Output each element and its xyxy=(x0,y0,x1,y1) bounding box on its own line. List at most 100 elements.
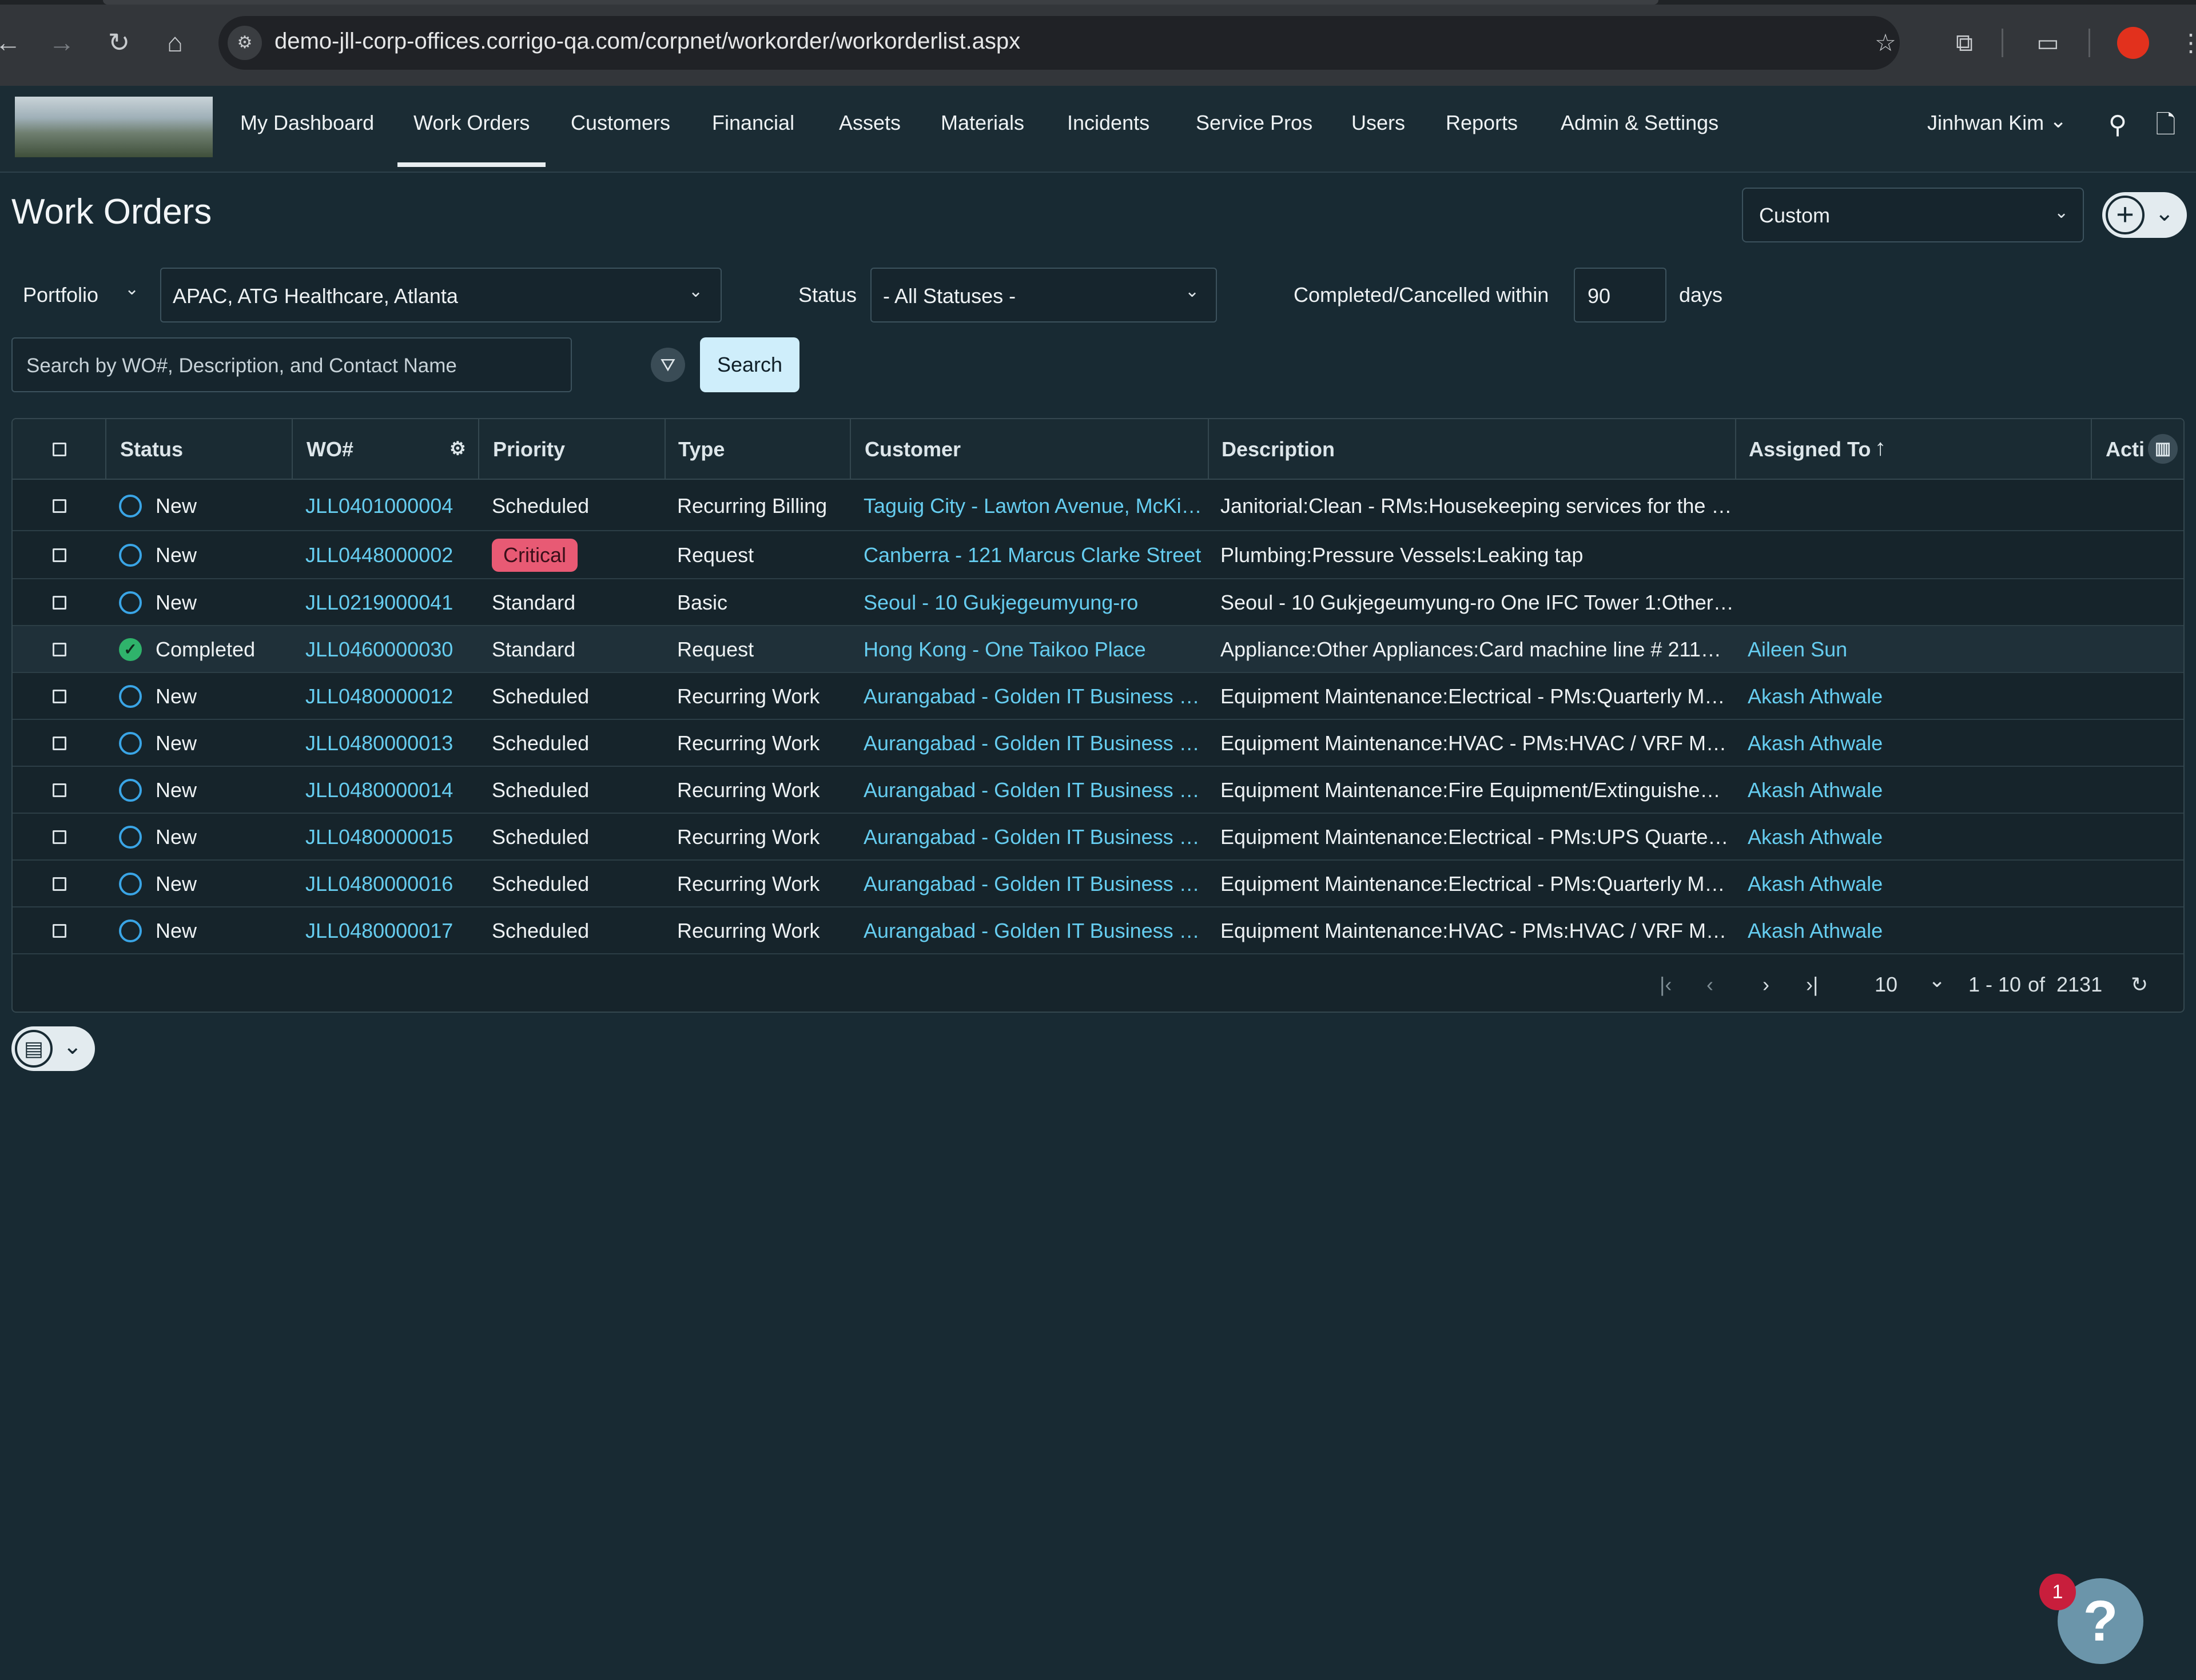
user-menu[interactable]: Jinhwan Kim xyxy=(1927,111,2044,135)
nav-customers[interactable]: Customers xyxy=(571,111,670,135)
chevron-down-icon[interactable]: ⌄ xyxy=(125,279,139,299)
customer-link[interactable]: Aurangabad - Golden IT Business … xyxy=(864,872,1203,896)
wo-number-link[interactable]: JLL0480000013 xyxy=(305,731,471,755)
home-icon[interactable]: ⌂ xyxy=(158,25,192,59)
customer-link[interactable]: Seoul - 10 Gukjegeumyung-ro xyxy=(864,591,1203,615)
refresh-icon[interactable]: ↻ xyxy=(2131,973,2148,997)
column-divider[interactable] xyxy=(292,419,293,480)
header-actions[interactable]: Acti xyxy=(2106,437,2151,461)
header-status[interactable]: Status xyxy=(120,437,183,461)
row-checkbox[interactable] xyxy=(53,499,66,513)
header-description[interactable]: Description xyxy=(1222,437,1335,461)
customer-link[interactable]: Aurangabad - Golden IT Business … xyxy=(864,778,1203,802)
customer-link[interactable]: Aurangabad - Golden IT Business … xyxy=(864,919,1203,943)
column-divider[interactable] xyxy=(478,419,479,480)
plus-icon[interactable]: + xyxy=(2106,196,2145,234)
column-chooser-icon[interactable]: ▥ xyxy=(2148,434,2178,464)
chevron-down-icon[interactable]: ⌄ xyxy=(1928,968,1946,992)
table-row[interactable]: New JLL0480000015 Scheduled Recurring Work A… xyxy=(13,814,2183,861)
table-row[interactable]: New JLL0219000041 Standard Basic Seoul - 10 … xyxy=(13,579,2183,626)
customer-link[interactable]: Canberra - 121 Marcus Clarke Street xyxy=(864,543,1203,567)
assigned-to-link[interactable]: Akash Athwale xyxy=(1748,919,2085,943)
assigned-to-link[interactable]: Akash Athwale xyxy=(1748,731,2085,755)
table-row[interactable]: New JLL0480000013 Scheduled Recurring Work A… xyxy=(13,720,2183,767)
nav-incidents[interactable]: Incidents xyxy=(1067,111,1149,135)
chevron-down-icon[interactable]: ⌄ xyxy=(2155,200,2174,226)
wo-number-link[interactable]: JLL0480000017 xyxy=(305,919,471,943)
table-row[interactable]: ✓ Completed JLL0460000030 Standard Request Ho… xyxy=(13,626,2183,673)
table-row[interactable]: New JLL0480000016 Scheduled Recurring Work A… xyxy=(13,861,2183,907)
bookmark-star-icon[interactable]: ☆ xyxy=(1868,25,1903,61)
chevron-down-icon[interactable]: ⌄ xyxy=(63,1033,82,1060)
row-checkbox[interactable] xyxy=(53,830,66,844)
assigned-to-link[interactable]: Akash Athwale xyxy=(1748,684,2085,708)
portfolio-select[interactable]: APAC, ATG Healthcare, Atlanta ⌄ xyxy=(160,268,722,323)
wo-number-link[interactable]: JLL0480000016 xyxy=(305,872,471,896)
wo-number-link[interactable]: JLL0219000041 xyxy=(305,591,471,615)
table-row[interactable]: New JLL0480000017 Scheduled Recurring Work A… xyxy=(13,907,2183,954)
nav-materials[interactable]: Materials xyxy=(941,111,1024,135)
address-bar[interactable]: ⚙ demo-jll-corp-offices.corrigo-qa.com/c… xyxy=(218,16,1900,70)
nav-assets[interactable]: Assets xyxy=(839,111,901,135)
first-page-icon[interactable]: |‹ xyxy=(1660,973,1672,997)
active-tab[interactable] xyxy=(103,0,1658,5)
assigned-to-link[interactable]: Akash Athwale xyxy=(1748,872,2085,896)
chevron-down-icon[interactable]: ⌄ xyxy=(2050,109,2067,133)
table-row[interactable]: New JLL0401000004 Scheduled Recurring Billi… xyxy=(13,481,2183,531)
customer-link[interactable]: Hong Kong - One Taikoo Place xyxy=(864,638,1203,662)
media-router-icon[interactable]: ▭ xyxy=(2030,25,2066,61)
add-work-order-button[interactable]: + ⌄ xyxy=(2102,192,2187,238)
row-checkbox[interactable] xyxy=(53,877,66,891)
select-all-checkbox[interactable] xyxy=(53,443,66,456)
customer-link[interactable]: Taguig City - Lawton Avenue, McKi… xyxy=(864,494,1203,518)
site-settings-icon[interactable]: ⚙ xyxy=(228,26,262,60)
company-logo[interactable] xyxy=(15,97,213,157)
search-button[interactable]: Search xyxy=(700,337,799,392)
column-divider[interactable] xyxy=(2091,419,2092,480)
header-priority[interactable]: Priority xyxy=(493,437,565,461)
assigned-to-link[interactable]: Akash Athwale xyxy=(1748,778,2085,802)
header-wo[interactable]: WO# xyxy=(307,437,353,461)
browser-menu-icon[interactable]: ⋮ xyxy=(2173,25,2196,61)
row-checkbox[interactable] xyxy=(53,643,66,656)
header-type[interactable]: Type xyxy=(678,437,725,461)
wo-number-link[interactable]: JLL0480000015 xyxy=(305,825,471,849)
nav-financial[interactable]: Financial xyxy=(712,111,794,135)
document-list-icon[interactable]: ▤ xyxy=(15,1030,53,1068)
document-alert-icon[interactable]: 🗋 xyxy=(2149,109,2182,142)
customer-link[interactable]: Aurangabad - Golden IT Business … xyxy=(864,731,1203,755)
row-checkbox[interactable] xyxy=(53,596,66,610)
header-assigned-to[interactable]: Assigned To xyxy=(1749,437,1871,461)
nav-service-pros[interactable]: Service Pros xyxy=(1196,111,1312,135)
search-input[interactable]: Search by WO#, Description, and Contact … xyxy=(11,337,572,392)
back-icon[interactable]: ← xyxy=(0,25,25,59)
profile-avatar[interactable] xyxy=(2117,27,2149,59)
row-checkbox[interactable] xyxy=(53,924,66,938)
forward-icon[interactable]: → xyxy=(45,25,79,59)
wo-number-link[interactable]: JLL0480000012 xyxy=(305,684,471,708)
column-divider[interactable] xyxy=(1735,419,1736,480)
next-page-icon[interactable]: › xyxy=(1763,973,1769,997)
column-divider[interactable] xyxy=(850,419,851,480)
reload-icon[interactable]: ↻ xyxy=(102,25,136,59)
header-customer[interactable]: Customer xyxy=(865,437,961,461)
row-checkbox[interactable] xyxy=(53,737,66,750)
row-checkbox[interactable] xyxy=(53,690,66,703)
last-page-icon[interactable]: ›| xyxy=(1806,973,1818,997)
wo-number-link[interactable]: JLL0480000014 xyxy=(305,778,471,802)
extensions-icon[interactable]: ⧉ xyxy=(1947,25,1982,61)
nav-my-dashboard[interactable]: My Dashboard xyxy=(240,111,374,135)
column-divider[interactable] xyxy=(1208,419,1209,480)
view-selector[interactable]: Custom ⌄ xyxy=(1742,188,2084,242)
customer-link[interactable]: Aurangabad - Golden IT Business … xyxy=(864,825,1203,849)
row-checkbox[interactable] xyxy=(53,548,66,562)
nav-reports[interactable]: Reports xyxy=(1446,111,1518,135)
previous-page-icon[interactable]: ‹ xyxy=(1706,973,1713,997)
wo-number-link[interactable]: JLL0448000002 xyxy=(305,543,471,567)
panel-toggle-button[interactable]: ▤ ⌄ xyxy=(11,1026,95,1071)
table-row[interactable]: New JLL0480000012 Scheduled Recurring Work A… xyxy=(13,673,2183,720)
row-checkbox[interactable] xyxy=(53,783,66,797)
page-size-value[interactable]: 10 xyxy=(1875,973,1897,997)
assigned-to-link[interactable]: Aileen Sun xyxy=(1748,638,2085,662)
wo-number-link[interactable]: JLL0401000004 xyxy=(305,494,471,518)
